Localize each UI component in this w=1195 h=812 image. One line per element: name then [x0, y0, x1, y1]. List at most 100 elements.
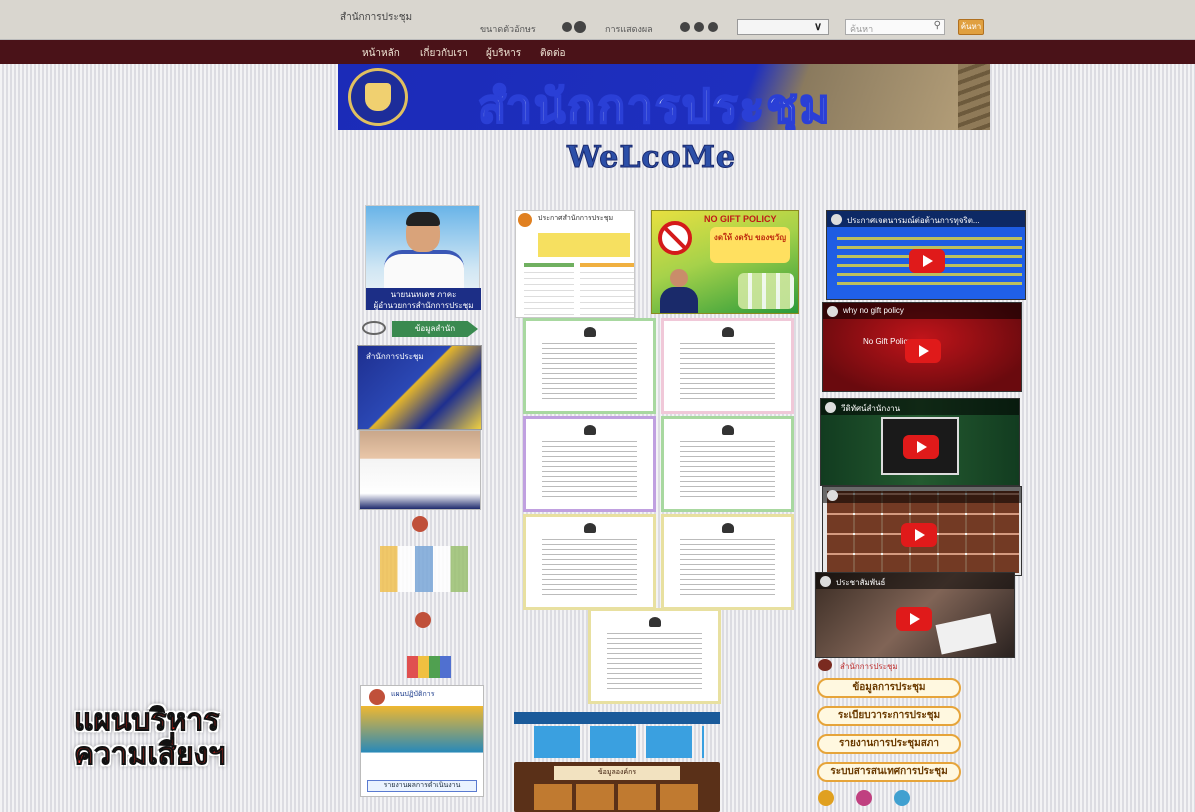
- display-mode-label: การแสดงผล: [605, 24, 653, 34]
- announcement-card[interactable]: ประกาศสำนักการประชุม: [515, 210, 635, 318]
- announcement-table-left: [524, 263, 574, 315]
- play-icon[interactable]: [909, 249, 945, 273]
- site-name[interactable]: สำนักการประชุม: [340, 10, 412, 25]
- cabinet-image: ข้อมูลองค์กร: [514, 762, 720, 812]
- action-plan-heading: แผนปฏิบัติการ: [391, 691, 435, 698]
- infographic-card-2[interactable]: [385, 610, 465, 680]
- announcement-headline: ประกาศสำนักการประชุม: [538, 213, 630, 231]
- play-icon[interactable]: [905, 339, 941, 363]
- document-thumbnail[interactable]: [523, 416, 656, 512]
- font-size-label: ขนาดตัวอักษร: [480, 24, 536, 34]
- video-office-presentation[interactable]: วีดิทัศน์สำนักงาน: [820, 398, 1020, 486]
- search-placeholder: ค้นหา: [850, 24, 874, 34]
- infographic-card-1[interactable]: [376, 512, 474, 592]
- facebook-page-header[interactable]: สำนักการประชุม: [818, 658, 938, 672]
- nav-item-executives[interactable]: ผู้บริหาร: [486, 46, 521, 61]
- action-plan-footer: รายงานผลการดำเนินงาน: [367, 780, 477, 792]
- organization-infographic[interactable]: ข้อมูลองค์กร: [514, 712, 720, 812]
- font-size-decrease-button[interactable]: [562, 22, 572, 32]
- document-thumbnail[interactable]: [523, 318, 656, 414]
- page-avatar-icon: [818, 659, 832, 671]
- seal-icon: [369, 689, 385, 705]
- seal-icon: [518, 213, 532, 227]
- header-banner: สำนักการประชุม: [338, 64, 990, 130]
- document-thumbnail[interactable]: [661, 514, 794, 610]
- search-input[interactable]: ค้นหา ⚲: [845, 19, 945, 35]
- overlay-line-1: แผนบริหาร: [74, 703, 220, 738]
- link-chip-agenda[interactable]: ระเบียบวาระการประชุม: [817, 706, 961, 726]
- video-public-relations[interactable]: ประชาสัมพันธ์: [815, 572, 1015, 658]
- meeting-hall-image: [958, 64, 990, 130]
- main-navigation: หน้าหลัก เกี่ยวกับเรา ผู้บริหาร ติดต่อ: [0, 40, 1195, 64]
- decoration-icon: [856, 790, 872, 806]
- document-gallery: [523, 318, 795, 610]
- decoration-icon: [818, 790, 834, 806]
- office-poster[interactable]: สำนักการประชุม: [357, 345, 482, 430]
- play-icon[interactable]: [901, 523, 937, 547]
- office-info-link[interactable]: ข้อมูลสำนัก: [362, 319, 480, 339]
- no-gift-policy-poster[interactable]: NO GIFT POLICY งดให้ งดรับ ของขวัญ: [651, 210, 799, 314]
- official-figure-image: [658, 269, 700, 313]
- magnifier-icon: [362, 321, 386, 335]
- play-icon[interactable]: [903, 435, 939, 459]
- office-poster-label: สำนักการประชุม: [366, 352, 424, 361]
- decoration-icon: [894, 790, 910, 806]
- video-thumbnail-paper: [935, 613, 997, 655]
- link-chip-information-system[interactable]: ระบบสารสนเทศการประชุม: [817, 762, 961, 782]
- play-icon[interactable]: [896, 607, 932, 631]
- nav-item-contact[interactable]: ติดต่อ: [540, 46, 566, 61]
- no-gift-message: งดให้ งดรับ ของขวัญ: [710, 227, 790, 263]
- video-header: why no gift policy: [823, 303, 1021, 319]
- channel-avatar-icon: [820, 576, 831, 587]
- search-icon: ⚲: [933, 20, 941, 31]
- announcement-table-right: [580, 263, 634, 315]
- director-caption: นายนนทเดช ภาคะ ผู้อำนวยการสำนักการประชุม: [366, 288, 481, 310]
- nav-item-about[interactable]: เกี่ยวกับเรา: [420, 46, 468, 61]
- channel-avatar-icon: [827, 306, 838, 317]
- welcome-heading: WeLcoMe: [567, 140, 736, 176]
- top-utility-bar: สำนักการประชุม ขนาดตัวอักษร การแสดงผล ∨ …: [0, 0, 1195, 40]
- risk-management-overlay: แผนบริหาร ความเสี่ยงฯ: [74, 703, 334, 772]
- display-normal-button[interactable]: [680, 22, 690, 32]
- document-thumbnail[interactable]: [588, 608, 723, 704]
- document-thumbnail[interactable]: [523, 514, 656, 610]
- overlay-line-2: ความเสี่ยงฯ: [74, 737, 226, 772]
- document-thumbnail[interactable]: [661, 318, 794, 414]
- director-name: นายนนทเดช ภาคะ: [390, 290, 457, 299]
- video-why-no-gift[interactable]: why no gift policy No Gift Policy: [822, 302, 1022, 392]
- channel-avatar-icon: [831, 214, 842, 225]
- font-size-normal-button[interactable]: [574, 21, 586, 33]
- director-title: ผู้อำนวยการสำนักการประชุม: [373, 301, 474, 310]
- seal-icon: [415, 612, 431, 628]
- document-thumbnail[interactable]: [661, 416, 794, 512]
- video-title: ประชาสัมพันธ์: [836, 578, 886, 587]
- video-header: [823, 487, 1021, 503]
- search-button[interactable]: ค้นหา: [958, 19, 984, 35]
- link-chip-meeting-info[interactable]: ข้อมูลการประชุม: [817, 678, 961, 698]
- language-select[interactable]: ∨: [737, 19, 829, 35]
- action-plan-poster[interactable]: แผนปฏิบัติการ รายงานผลการดำเนินงาน: [360, 685, 484, 797]
- cabinet-label: ข้อมูลองค์กร: [554, 766, 680, 780]
- display-dark-button[interactable]: [694, 22, 704, 32]
- hands-refusing-image: [738, 273, 794, 309]
- director-portrait[interactable]: นายนนทเดช ภาคะ ผู้อำนวยการสำนักการประชุม: [365, 205, 481, 310]
- announcement-banner-strip: [538, 233, 630, 257]
- link-chip-council-report[interactable]: รายงานการประชุมสภา: [817, 734, 961, 754]
- video-header: ประกาศเจตนารมณ์ต่อต้านการทุจริต...: [827, 211, 1025, 227]
- activity-photo-poster[interactable]: [359, 430, 481, 510]
- video-header: ประชาสัมพันธ์: [816, 573, 1014, 589]
- infographic-top-band: [514, 712, 720, 724]
- no-gift-prohibited-icon: [658, 221, 692, 255]
- nav-item-home[interactable]: หน้าหลัก: [362, 46, 400, 61]
- office-info-label: ข้อมูลสำนัก: [392, 321, 478, 337]
- video-header: วีดิทัศน์สำนักงาน: [821, 399, 1019, 415]
- channel-avatar-icon: [827, 490, 838, 501]
- infographic-bottles-image: [534, 726, 704, 758]
- no-gift-title: NO GIFT POLICY: [704, 214, 777, 224]
- video-anti-corruption[interactable]: ประกาศเจตนารมณ์ต่อต้านการทุจริต...: [826, 210, 1026, 300]
- chevron-down-icon: ∨: [813, 21, 822, 33]
- display-contrast-button[interactable]: [708, 22, 718, 32]
- organization-seal-logo: [348, 68, 408, 126]
- video-staff-collage[interactable]: [822, 486, 1022, 576]
- facebook-page-name: สำนักการประชุม: [840, 662, 898, 671]
